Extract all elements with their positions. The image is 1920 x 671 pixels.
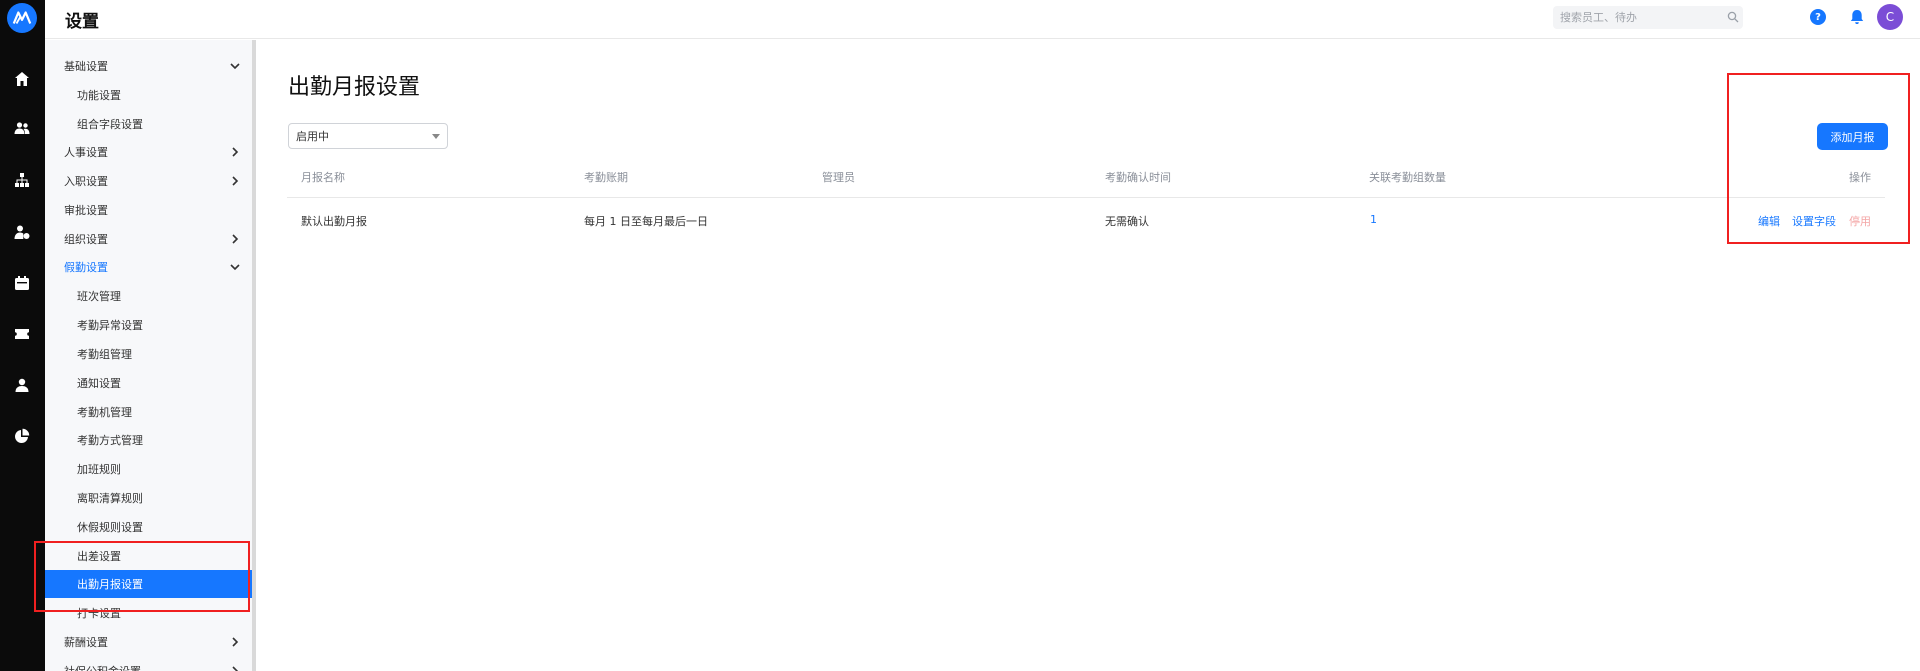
table-divider xyxy=(287,197,1885,198)
pie-chart-icon[interactable] xyxy=(12,426,32,446)
add-monthly-report-button[interactable]: 添加月报 xyxy=(1817,123,1888,150)
sidebar-item-label: 离职清算规则 xyxy=(77,492,143,505)
sidebar-item-label: 加班规则 xyxy=(77,463,121,476)
sidebar-item-monthly-attendance-report-settings[interactable]: 出勤月报设置 xyxy=(45,570,253,598)
sidebar-item-leave-rule-settings[interactable]: 休假规则设置 xyxy=(45,513,253,541)
search-icon[interactable] xyxy=(1727,11,1739,23)
cell-report-name: 默认出勤月报 xyxy=(301,215,367,228)
sidebar-item-approval-settings[interactable]: 审批设置 xyxy=(45,196,253,224)
ticket-icon[interactable] xyxy=(12,324,32,344)
sidebar-item-label: 休假规则设置 xyxy=(77,521,143,534)
page-title: 出勤月报设置 xyxy=(288,75,421,100)
sidebar-item-label: 入职设置 xyxy=(64,175,108,188)
column-header-group-count: 关联考勤组数量 xyxy=(1369,171,1446,184)
sidebar-item-attendance-exception-settings[interactable]: 考勤异常设置 xyxy=(45,311,253,339)
sidebar-item-label: 考勤机管理 xyxy=(77,406,132,419)
sidebar-item-attendance-group-management[interactable]: 考勤组管理 xyxy=(45,340,253,368)
sidebar-item-hr-settings[interactable]: 人事设置 xyxy=(45,138,253,166)
column-header-admin: 管理员 xyxy=(822,171,855,184)
user-admin-icon[interactable] xyxy=(12,222,32,242)
sidebar-item-label: 通知设置 xyxy=(77,377,121,390)
sidebar-item-basic-settings[interactable]: 基础设置 xyxy=(45,52,253,80)
search-input[interactable] xyxy=(1553,6,1743,29)
sidebar-item-label: 社保公积金设置 xyxy=(64,663,141,671)
chevron-right-icon xyxy=(229,665,241,671)
sidebar-item-label: 出差设置 xyxy=(77,550,121,563)
cell-group-count-link[interactable]: 1 xyxy=(1370,213,1377,226)
org-icon[interactable] xyxy=(12,170,32,190)
cell-attendance-period: 每月 1 日至每月最后一日 xyxy=(584,215,708,228)
sidebar-item-overtime-rules[interactable]: 加班规则 xyxy=(45,455,253,483)
chevron-right-icon xyxy=(229,146,241,158)
sidebar-scrollbar[interactable] xyxy=(252,40,256,671)
sidebar-item-business-trip-settings[interactable]: 出差设置 xyxy=(45,542,253,570)
edit-link[interactable]: 编辑 xyxy=(1758,213,1780,229)
sidebar-item-label: 考勤组管理 xyxy=(77,348,132,361)
home-icon[interactable] xyxy=(12,69,32,89)
sidebar-item-org-settings[interactable]: 组织设置 xyxy=(45,225,253,253)
sidebar-item-label: 人事设置 xyxy=(64,146,108,159)
chevron-right-icon xyxy=(229,175,241,187)
sidebar-item-combined-field-settings[interactable]: 组合字段设置 xyxy=(45,110,253,138)
sidebar-item-label: 薪酬设置 xyxy=(64,636,108,649)
sidebar-item-resignation-settlement-rules[interactable]: 离职清算规则 xyxy=(45,484,253,512)
calendar-icon[interactable] xyxy=(12,273,32,293)
user-avatar[interactable]: C xyxy=(1877,4,1903,30)
sidebar-item-label: 考勤方式管理 xyxy=(77,434,143,447)
sidebar-item-shift-management[interactable]: 班次管理 xyxy=(45,282,253,310)
sidebar-item-attendance-method-management[interactable]: 考勤方式管理 xyxy=(45,426,253,454)
page-header-title: 设置 xyxy=(65,12,99,32)
status-filter-select[interactable]: 启用中 xyxy=(288,123,448,149)
team-icon[interactable] xyxy=(12,118,32,138)
sidebar-item-label: 功能设置 xyxy=(77,89,121,102)
cell-confirm-time: 无需确认 xyxy=(1105,215,1149,228)
column-header-actions: 操作 xyxy=(1849,171,1871,184)
sidebar-item-label: 打卡设置 xyxy=(77,607,121,620)
column-header-confirm-time: 考勤确认时间 xyxy=(1105,171,1171,184)
settings-sidebar: 基础设置 功能设置 组合字段设置 人事设置 入职设置 审批设置 组织设置 假勤设… xyxy=(45,40,253,671)
sidebar-item-attendance-machine-management[interactable]: 考勤机管理 xyxy=(45,398,253,426)
app-rail xyxy=(0,0,45,671)
bell-icon[interactable] xyxy=(1848,8,1866,26)
sidebar-item-social-security-settings[interactable]: 社保公积金设置 xyxy=(45,657,253,671)
chevron-down-icon xyxy=(229,60,241,72)
chevron-right-icon xyxy=(229,636,241,648)
sidebar-item-label: 基础设置 xyxy=(64,60,108,73)
sidebar-item-label: 假勤设置 xyxy=(64,261,108,274)
app-logo[interactable] xyxy=(7,3,37,33)
sidebar-item-payroll-settings[interactable]: 薪酬设置 xyxy=(45,628,253,656)
chevron-right-icon xyxy=(229,233,241,245)
sidebar-item-clock-in-settings[interactable]: 打卡设置 xyxy=(45,599,253,627)
disable-link[interactable]: 停用 xyxy=(1849,213,1871,229)
sidebar-item-label: 出勤月报设置 xyxy=(77,578,143,591)
help-icon[interactable]: ? xyxy=(1810,9,1826,25)
sidebar-item-label: 班次管理 xyxy=(77,290,121,303)
sidebar-item-label: 组织设置 xyxy=(64,233,108,246)
chevron-down-icon xyxy=(229,261,241,273)
sidebar-item-attendance-settings[interactable]: 假勤设置 xyxy=(45,253,253,281)
sidebar-item-onboarding-settings[interactable]: 入职设置 xyxy=(45,167,253,195)
column-header-attendance-period: 考勤账期 xyxy=(584,171,628,184)
logo-mark-icon xyxy=(12,11,32,24)
sidebar-item-label: 组合字段设置 xyxy=(77,118,143,131)
column-header-report-name: 月报名称 xyxy=(301,171,345,184)
sidebar-item-feature-settings[interactable]: 功能设置 xyxy=(45,81,253,109)
profile-icon[interactable] xyxy=(12,375,32,395)
sidebar-item-notification-settings[interactable]: 通知设置 xyxy=(45,369,253,397)
sidebar-item-label: 考勤异常设置 xyxy=(77,319,143,332)
set-fields-link[interactable]: 设置字段 xyxy=(1792,213,1836,229)
sidebar-item-label: 审批设置 xyxy=(64,204,108,217)
status-filter-value: 启用中 xyxy=(296,130,329,143)
caret-down-icon xyxy=(432,134,440,139)
